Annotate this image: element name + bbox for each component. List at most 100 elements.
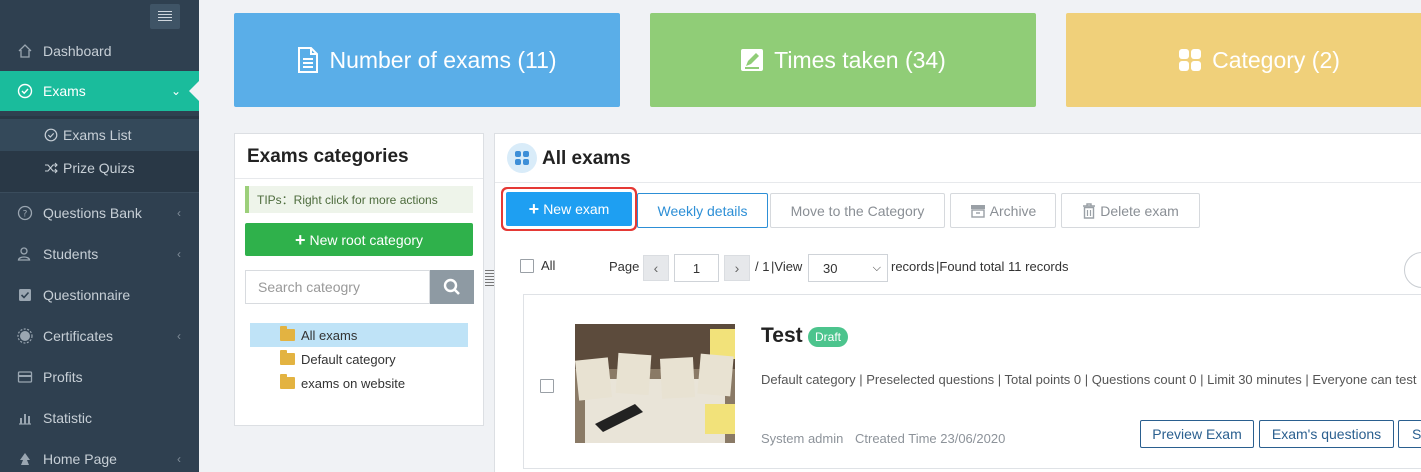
view-label: |View	[771, 259, 803, 274]
tree-item-label: All exams	[301, 327, 358, 343]
new-root-label: New root category	[309, 231, 424, 248]
home-page-icon	[16, 450, 34, 468]
exam-more-button[interactable]: S	[1398, 420, 1421, 448]
sidebar-item-certificates[interactable]: Certificates ‹	[0, 316, 199, 356]
plus-icon: +	[294, 229, 306, 250]
exam-title[interactable]: Test	[761, 324, 803, 348]
exam-select-checkbox[interactable]	[540, 379, 554, 393]
prev-page-button[interactable]: ‹	[643, 255, 669, 281]
weekly-details-button[interactable]: Weekly details	[637, 193, 768, 228]
page-title: All exams	[542, 148, 631, 169]
new-exam-button[interactable]: + New exam	[506, 192, 632, 226]
exam-owner-name: System admin	[761, 431, 844, 446]
sidebar-item-questions-bank[interactable]: ? Questions Bank ‹	[0, 193, 199, 233]
chevron-left-icon: ‹	[177, 329, 181, 343]
chevron-down-icon: ⌵	[872, 262, 881, 274]
folder-icon	[280, 350, 295, 365]
svg-text:?: ?	[23, 210, 28, 220]
stat-label: Category (2)	[1212, 46, 1340, 73]
checkbox-icon	[16, 286, 34, 304]
status-badge: Draft	[808, 327, 849, 347]
page-label: Page	[609, 259, 640, 274]
tree-item-all-exams[interactable]: All exams	[250, 323, 468, 347]
page-size-select[interactable]: 30 ⌵	[808, 254, 888, 282]
sidebar-item-questionnaire[interactable]: Questionnaire	[0, 275, 199, 315]
exams-questions-button[interactable]: Exam's questions	[1259, 420, 1394, 448]
search-placeholder: Search cateogry	[258, 279, 360, 295]
stat-card-times-taken[interactable]: Times taken (34)	[650, 13, 1036, 107]
sidebar-item-profits[interactable]: Profits	[0, 357, 199, 397]
category-search-button[interactable]	[430, 270, 474, 304]
categories-title: Exams categories	[247, 146, 409, 167]
new-exam-label: New exam	[543, 201, 610, 217]
stat-label: Times taken (34)	[774, 46, 946, 73]
exam-thumbnail	[575, 324, 735, 443]
grid-icon	[1179, 49, 1202, 71]
page-total: / 1	[755, 259, 770, 274]
select-all-label: All	[541, 258, 556, 273]
sidebar-item-label: Statistic	[43, 410, 93, 426]
sidebar-subitem-exams-list[interactable]: Exams List	[0, 119, 199, 151]
menu-toggle-icon[interactable]	[150, 4, 180, 29]
sidebar-item-dashboard[interactable]: Dashboard	[0, 31, 199, 71]
exams-submenu: Exams List Prize Quizs	[0, 116, 199, 192]
stat-label: Number of exams (11)	[329, 46, 557, 73]
sidebar-item-students[interactable]: Students ‹	[0, 234, 199, 274]
records-label: records	[891, 259, 935, 274]
select-all-checkbox[interactable]	[520, 259, 534, 273]
category-search-input[interactable]: Search cateogry	[245, 270, 430, 304]
chevron-left-icon: ‹	[177, 206, 181, 220]
exams-panel: All exams + New exam Weekly details Move…	[494, 133, 1421, 472]
trash-icon	[1083, 202, 1096, 219]
divider	[235, 178, 483, 179]
categories-panel: Exams categories TIPs：Right click for mo…	[234, 133, 484, 426]
shuffle-icon	[44, 161, 58, 175]
check-circle-icon	[44, 128, 58, 142]
tree-item-label: exams on website	[301, 375, 406, 391]
document-icon	[298, 47, 319, 73]
move-to-category-button[interactable]: Move to the Category	[770, 193, 945, 228]
exam-details: Default category | Preselected questions…	[761, 372, 1417, 387]
sidebar-subitem-prize-quizs[interactable]: Prize Quizs	[0, 152, 199, 184]
stat-card-category[interactable]: Category (2)	[1066, 13, 1421, 107]
sidebar-item-statistic[interactable]: Statistic	[0, 398, 199, 438]
chevron-left-icon: ‹	[177, 247, 181, 261]
edit-icon	[741, 49, 764, 71]
exam-created-time: Ctreated Time 23/06/2020	[855, 431, 1006, 446]
stat-card-exams[interactable]: Number of exams (11)	[234, 13, 620, 107]
delete-exam-button[interactable]: Delete exam	[1061, 193, 1200, 228]
sidebar: Dashboard Exams ⌄ Exams List Prize Quizs…	[0, 0, 199, 472]
folder-icon	[280, 326, 295, 341]
sidebar-subitem-label: Exams List	[63, 127, 132, 143]
tree-item-default-category[interactable]: Default category	[250, 347, 468, 371]
users-icon	[16, 245, 34, 263]
sidebar-item-label: Students	[43, 246, 99, 262]
home-icon	[16, 42, 34, 60]
next-page-button[interactable]: ›	[724, 255, 750, 281]
new-root-category-button[interactable]: + New root category	[245, 223, 473, 256]
delete-exam-label: Delete exam	[1100, 202, 1179, 219]
found-total-text: |Found total 11 records	[936, 259, 1069, 274]
sidebar-item-label: Exams	[43, 83, 86, 99]
weekly-details-label: Weekly details	[657, 202, 748, 219]
sidebar-item-label: Questionnaire	[43, 287, 131, 303]
search-icon	[443, 278, 460, 295]
check-circle-icon	[16, 82, 34, 100]
sidebar-item-label: Certificates	[43, 328, 114, 344]
archive-button[interactable]: Archive	[950, 193, 1056, 228]
sidebar-item-label: Questions Bank	[43, 205, 142, 221]
sidebar-item-label: Home Page	[43, 451, 117, 467]
move-to-category-label: Move to the Category	[790, 202, 925, 219]
preview-exam-button[interactable]: Preview Exam	[1140, 420, 1254, 448]
tree-item-label: Default category	[301, 351, 396, 367]
sidebar-item-home-page[interactable]: Home Page ‹	[0, 439, 199, 472]
page-number-input[interactable]: 1	[674, 254, 719, 282]
archive-label: Archive	[989, 202, 1037, 219]
tree-item-exams-on-website[interactable]: exams on website	[250, 371, 468, 395]
exam-card: Test Draft Default category | Preselecte…	[523, 294, 1421, 469]
tips-banner: TIPs：Right click for more actions	[245, 186, 473, 213]
sidebar-item-label: Profits	[43, 369, 83, 385]
refresh-button[interactable]	[1404, 252, 1421, 288]
sidebar-item-exams[interactable]: Exams ⌄	[0, 71, 199, 111]
page-size-value: 30	[823, 260, 838, 276]
